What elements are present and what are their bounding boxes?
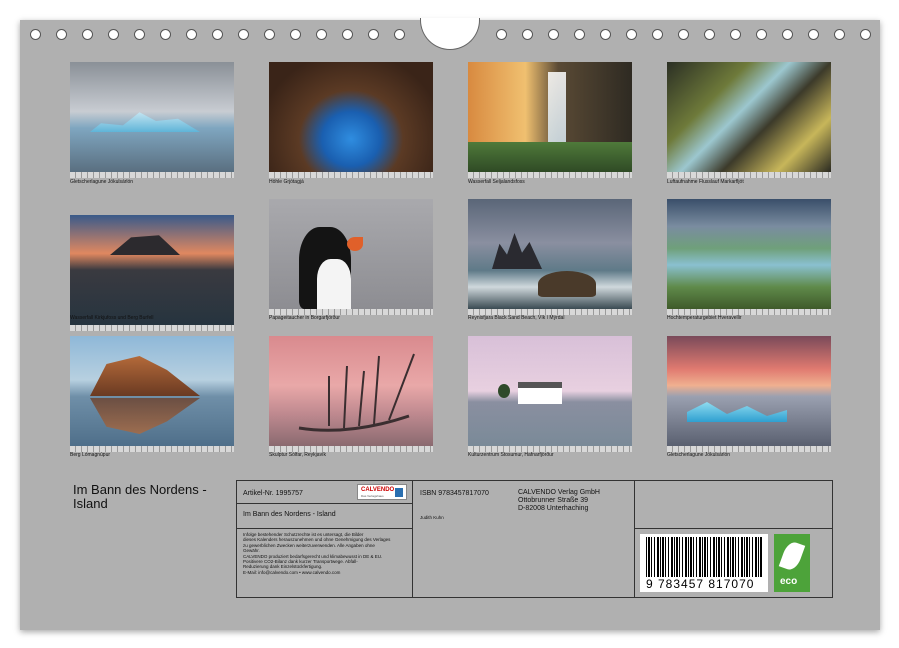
barcode: 9 783457 817070 [640,534,768,592]
binding-hole [160,29,171,40]
photo-caption: Kulturzentrum Stosumur, Hafnarfjörður [468,452,554,458]
photo-thumbnail [468,62,632,178]
photo-thumbnail [269,199,433,315]
binding-hole [522,29,533,40]
author: Judith Kuhn [420,515,444,520]
photo-caption: Wasserfall Seljalandsfoss [468,179,525,185]
binding-hole [368,29,379,40]
binding-hole [56,29,67,40]
binding-hole [704,29,715,40]
sculpture-icon [298,353,415,432]
binding-hole [860,29,871,40]
leaf-icon [778,539,806,573]
binding-hole [238,29,249,40]
photo-thumbnail [667,336,831,452]
photo-caption: Luftaufnahme Flusslauf Markarfljót [667,179,744,185]
photo-thumbnail [468,336,632,452]
binding-hole [134,29,145,40]
photo-thumbnail [667,199,831,315]
photo-caption: Reynisfjara Black Sand Beach, Vík í Mýrd… [468,315,565,321]
article-number: Artikel-Nr. 1995757 [243,490,303,497]
binding-hole [756,29,767,40]
binding-hole [652,29,663,40]
photo-caption: Papageitaucher in Borgarfjörður [269,315,340,321]
photo-thumbnail [269,62,433,178]
photo-caption: Skulptur Sólfar, Reykjavík [269,452,326,458]
photo-thumbnail [70,215,234,331]
binding-hole [496,29,507,40]
binding-hole [600,29,611,40]
binding-hole [342,29,353,40]
calvendo-logo: CALVENDO Das Verlagshaus [357,484,407,500]
binding-hole [212,29,223,40]
photo-caption: Berg Lómagnúpur [70,452,111,458]
binding-hole [626,29,637,40]
photo-thumbnail [70,62,234,178]
calendar-title-small: Im Bann des Nordens - Island [243,511,336,518]
binding-hole [108,29,119,40]
binding-hole [82,29,93,40]
barcode-number: 9 783457 817070 [646,577,755,591]
calendar-title: Im Bann des Nordens - Island [73,482,207,511]
eco-badge: eco [774,534,810,592]
photo-thumbnail [468,199,632,315]
binding-hole [264,29,275,40]
publisher-address: CALVENDO Verlag GmbH Ottobrunner Straße … [518,489,600,512]
binding-hole [394,29,405,40]
barcode-bars [646,537,762,577]
photo-thumbnail [667,62,831,178]
legal-notice: Infolge bestehender Schutzrechte ist es … [243,532,391,575]
binding-hole [316,29,327,40]
binding-hole [808,29,819,40]
binding-hole [678,29,689,40]
photo-caption: Hochtemperaturgebiet Hveravellir [667,315,742,321]
binding-hole [548,29,559,40]
photo-thumbnail [70,336,234,452]
photo-caption: Höhle Grjótagjá [269,179,304,185]
photo-caption: Wasserfall Kirkjufoss und Berg Burfell [70,315,154,321]
binding-hole [730,29,741,40]
isbn: ISBN 9783457817070 [420,490,489,497]
binding-hole [782,29,793,40]
photo-caption: Gletscherlagune Jökulsárlón [70,179,134,185]
photo-caption: Gletscherlagune Jökulsárlón [667,452,731,458]
photo-thumbnail [269,336,433,452]
binding-hole [30,29,41,40]
binding-hole [186,29,197,40]
binding-hole [834,29,845,40]
binding-hole [574,29,585,40]
binding-hole [290,29,301,40]
